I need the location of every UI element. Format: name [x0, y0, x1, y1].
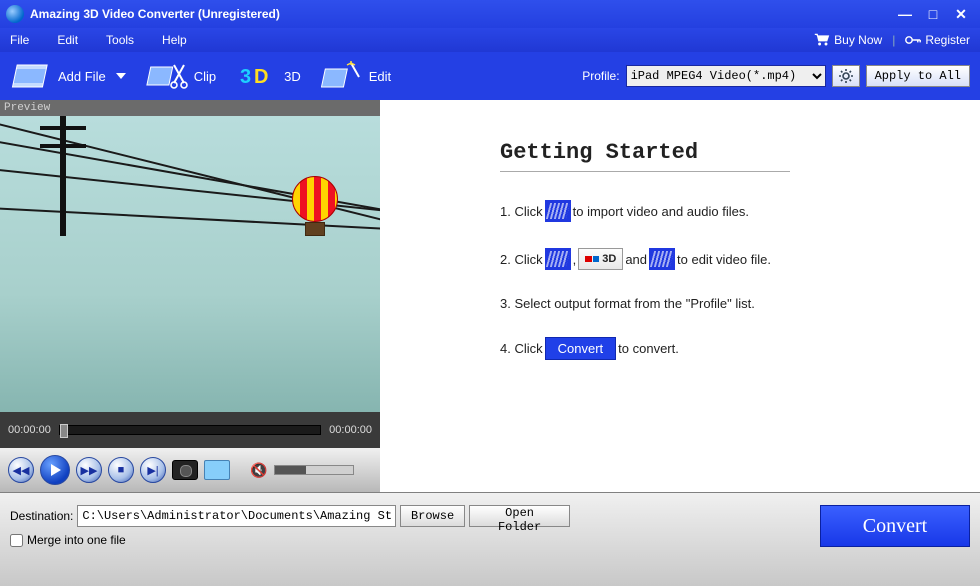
seek-slider[interactable]	[59, 425, 321, 435]
convert-button[interactable]: Convert	[820, 505, 970, 547]
svg-text:D: D	[254, 66, 268, 88]
3d-icon: 3D	[578, 248, 623, 270]
window-title: Amazing 3D Video Converter (Unregistered…	[30, 7, 280, 21]
svg-text:3: 3	[240, 66, 251, 88]
step-button[interactable]: ▶|	[140, 457, 166, 483]
maximize-button[interactable]: □	[920, 5, 946, 23]
merge-checkbox[interactable]	[10, 534, 23, 547]
help-step4b: to convert.	[618, 341, 679, 356]
next-button[interactable]: ▶▶	[76, 457, 102, 483]
playback-controls: ◀◀ ▶▶ ■ ▶|	[0, 448, 380, 492]
help-step2a: 2. Click	[500, 252, 543, 267]
video-preview[interactable]	[0, 116, 380, 412]
help-step2c: and	[625, 252, 647, 267]
help-step2d: to edit video file.	[677, 252, 771, 267]
help-step4a: 4. Click	[500, 341, 543, 356]
getting-started-panel: Getting Started 1. Click to import video…	[380, 100, 980, 492]
separator: |	[886, 33, 901, 47]
help-step2b: ,	[573, 252, 577, 267]
snapshot-button[interactable]	[172, 460, 198, 480]
minimize-button[interactable]: —	[892, 5, 918, 23]
toolbar: Add File Clip 3D 3D Edit Profile: iPad M…	[0, 52, 980, 100]
browse-button[interactable]: Browse	[400, 505, 465, 527]
convert-sample-button: Convert	[545, 337, 617, 360]
menu-tools[interactable]: Tools	[106, 33, 134, 47]
cart-icon	[814, 33, 830, 48]
time-total: 00:00:00	[329, 424, 372, 436]
caret-down-icon	[116, 73, 126, 79]
prev-button[interactable]: ◀◀	[8, 457, 34, 483]
volume-slider[interactable]	[274, 465, 354, 475]
merge-checkbox-row[interactable]: Merge into one file	[10, 533, 570, 547]
destination-label: Destination:	[10, 509, 73, 523]
merge-label: Merge into one file	[27, 533, 126, 547]
snapshot-folder-button[interactable]	[204, 460, 230, 480]
film-icon	[10, 61, 52, 91]
help-step3: 3. Select output format from the "Profil…	[500, 296, 755, 311]
play-button[interactable]	[40, 455, 70, 485]
open-folder-button[interactable]: Open Folder	[469, 505, 570, 527]
settings-button[interactable]	[832, 65, 860, 87]
film-icon	[545, 200, 571, 222]
close-button[interactable]: ✕	[948, 5, 974, 23]
edit-button[interactable]: Edit	[321, 61, 391, 91]
menu-file[interactable]: File	[10, 33, 29, 47]
clip-button[interactable]: Clip	[146, 61, 216, 91]
help-step1b: to import video and audio files.	[573, 204, 749, 219]
mute-icon[interactable]	[250, 462, 270, 478]
wand-film-icon	[321, 61, 363, 91]
film-icon	[545, 248, 571, 270]
film-icon	[649, 248, 675, 270]
help-step1a: 1. Click	[500, 204, 543, 219]
app-icon	[6, 5, 24, 23]
menu-bar: File Edit Tools Help Buy Now | Register	[0, 28, 980, 52]
3d-button[interactable]: 3D 3D	[236, 61, 301, 91]
menu-edit[interactable]: Edit	[57, 33, 78, 47]
add-file-button[interactable]: Add File	[10, 61, 126, 91]
key-icon	[905, 33, 921, 48]
destination-input[interactable]	[77, 505, 396, 527]
menu-help[interactable]: Help	[162, 33, 187, 47]
scissors-film-icon	[146, 61, 188, 91]
title-bar: Amazing 3D Video Converter (Unregistered…	[0, 0, 980, 28]
buy-now-link[interactable]: Buy Now	[834, 33, 882, 47]
apply-to-all-button[interactable]: Apply to All	[866, 65, 970, 87]
preview-pane: Preview 00:00:00 00:00:00 ◀◀ ▶▶ ■ ▶|	[0, 100, 380, 492]
bottom-bar: Destination: Browse Open Folder Merge in…	[0, 492, 980, 586]
register-link[interactable]: Register	[925, 33, 970, 47]
preview-label: Preview	[0, 100, 380, 116]
help-heading: Getting Started	[500, 140, 790, 172]
time-current: 00:00:00	[8, 424, 51, 436]
gear-icon	[839, 69, 853, 83]
time-bar: 00:00:00 00:00:00	[0, 412, 380, 448]
profile-label: Profile:	[582, 69, 619, 83]
3d-icon: 3D	[236, 61, 278, 91]
stop-button[interactable]: ■	[108, 457, 134, 483]
profile-select[interactable]: iPad MPEG4 Video(*.mp4)	[626, 65, 826, 87]
